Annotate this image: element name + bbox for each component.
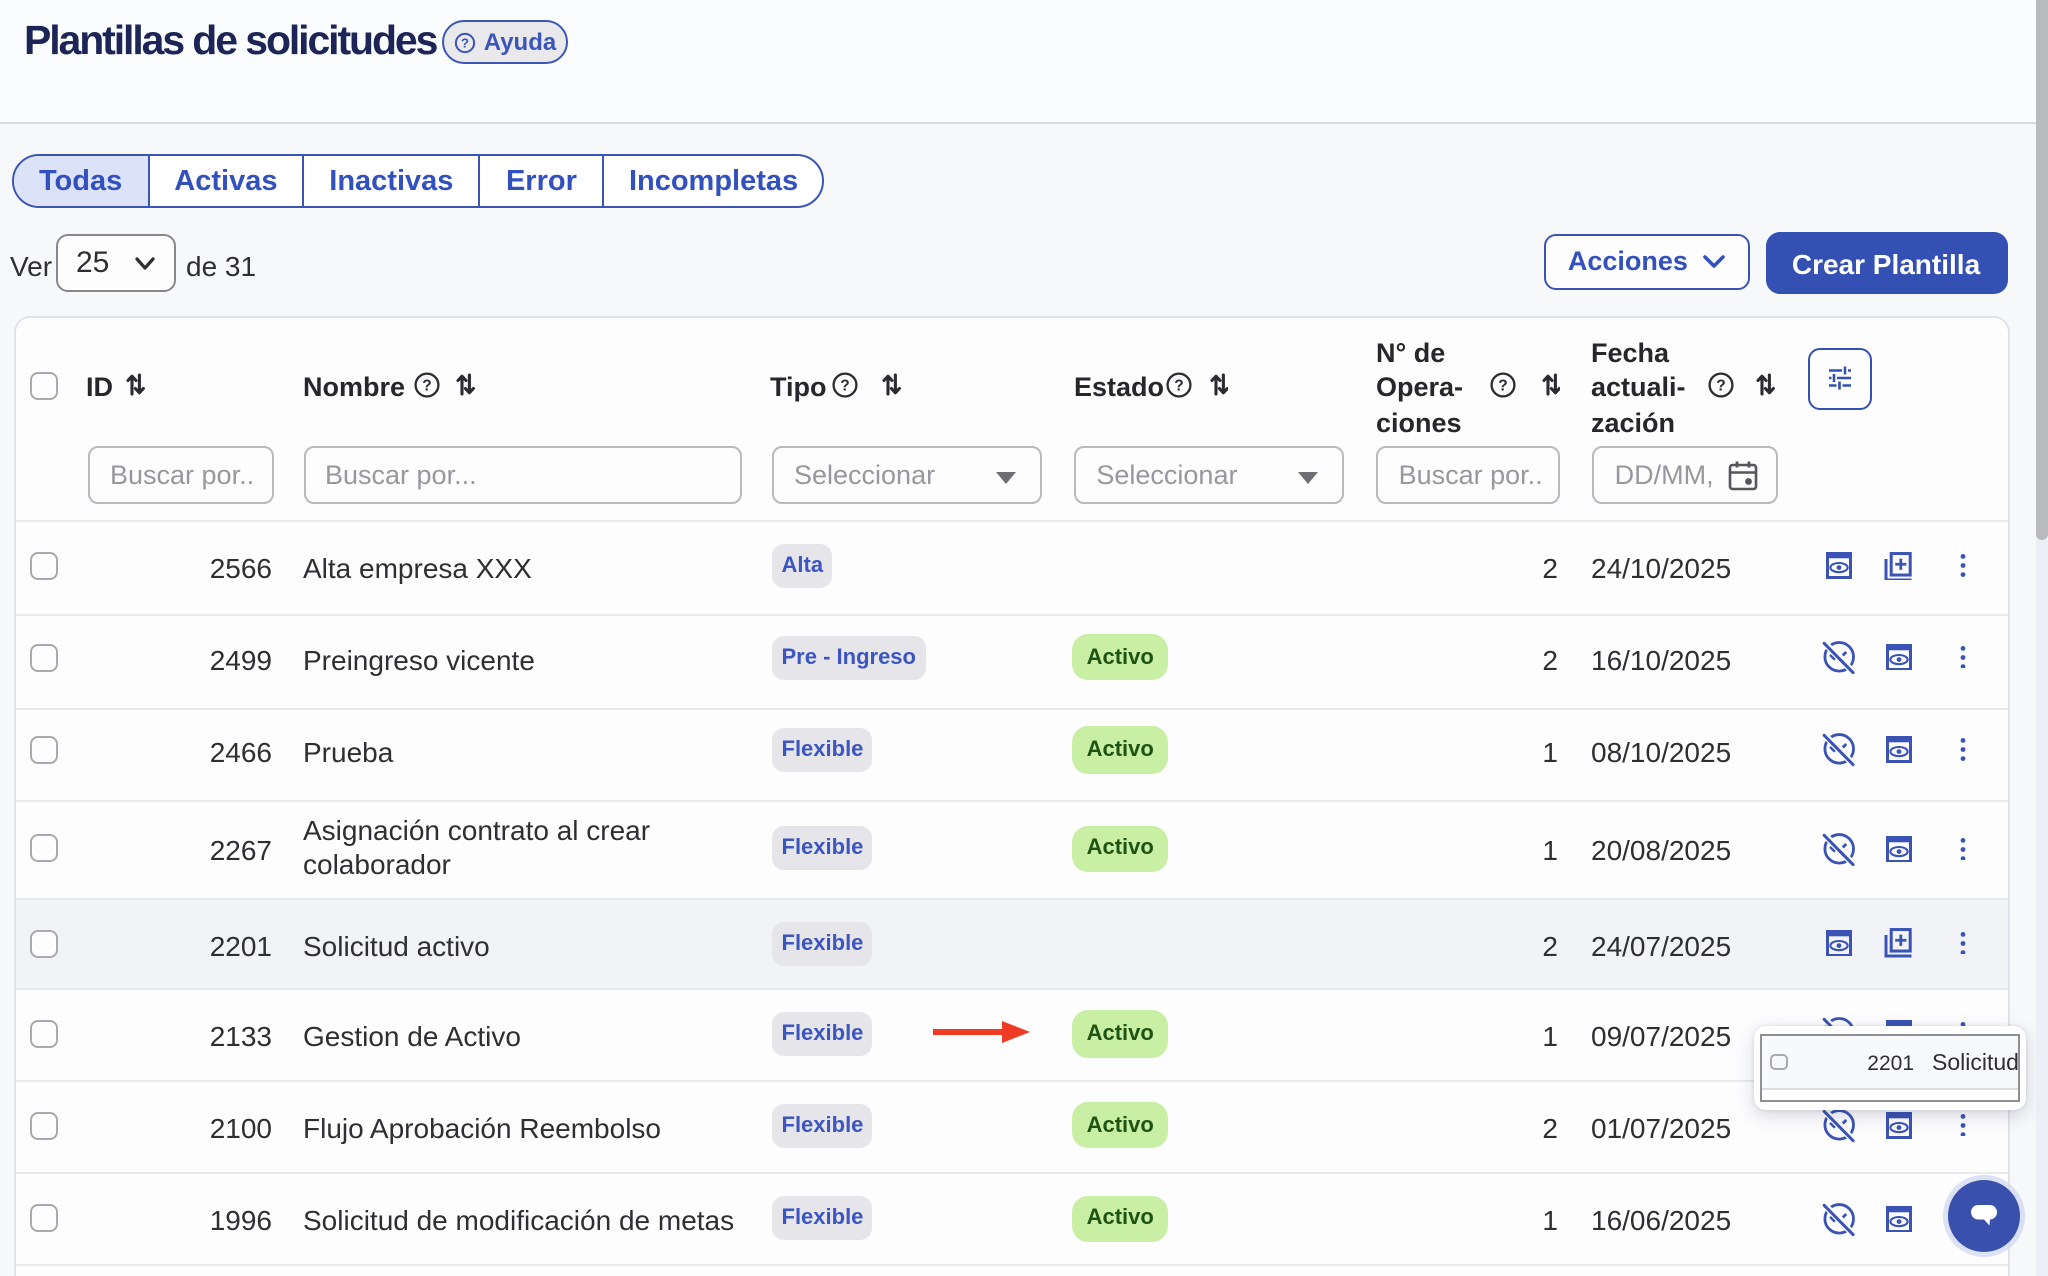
svg-text:?: ? (1716, 377, 1725, 394)
svg-text:?: ? (1174, 377, 1183, 394)
svg-text:?: ? (461, 35, 469, 50)
svg-text:?: ? (839, 377, 848, 394)
svg-text:?: ? (1498, 377, 1507, 394)
svg-text:?: ? (421, 377, 430, 394)
